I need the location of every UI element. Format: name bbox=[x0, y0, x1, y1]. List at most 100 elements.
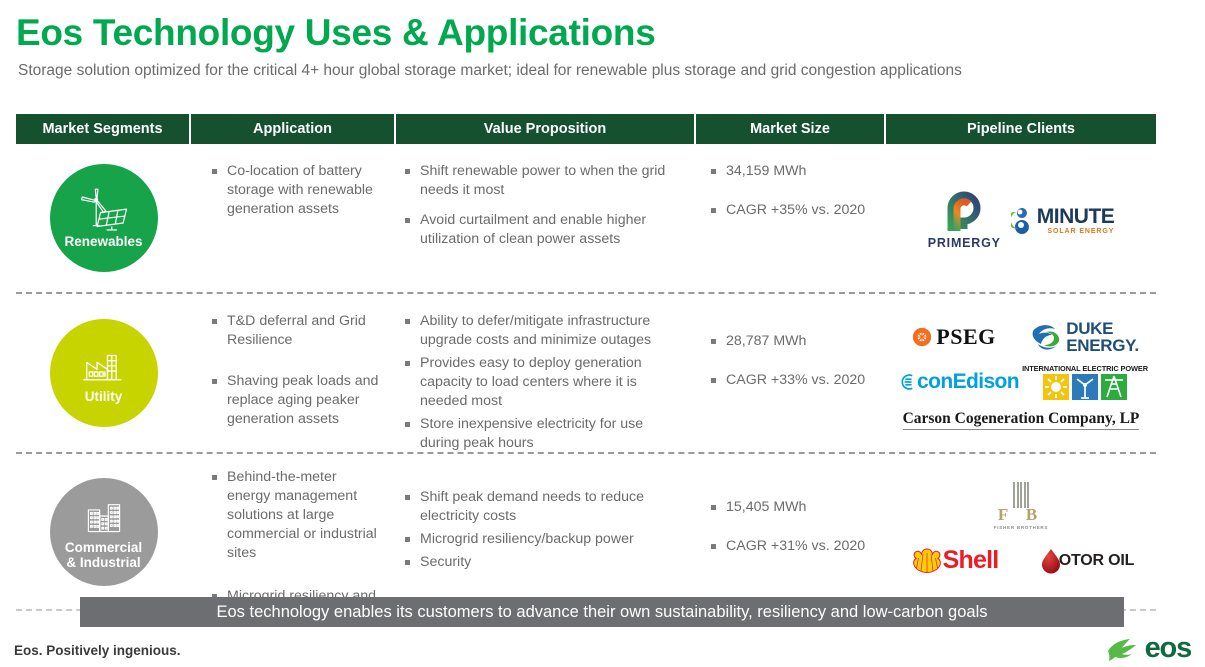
application-cell-commercial-industrial: Behind-the-meter energy management solut… bbox=[191, 454, 396, 623]
segment-badge-renewables: Renewables bbox=[49, 164, 158, 272]
list-item: Shaving peak loads and replace aging pea… bbox=[211, 372, 382, 429]
footer-banner: Eos technology enables its customers to … bbox=[80, 597, 1124, 627]
list-item: T&D deferral and Grid Resilience bbox=[211, 312, 382, 350]
primergy-mark-icon bbox=[947, 191, 981, 231]
client-name-shell: Shell bbox=[942, 546, 1000, 574]
client-wordmark: MINUTE bbox=[1036, 204, 1115, 228]
application-bullets: T&D deferral and Grid Resilience Shaving… bbox=[211, 312, 382, 429]
list-item: Shift renewable power to when the grid n… bbox=[404, 162, 682, 200]
iep-tiles bbox=[1043, 374, 1127, 401]
value-proposition-cell-commercial-industrial: Shift peak demand needs to reduce electr… bbox=[396, 454, 696, 609]
list-item: Avoid curtailment and enable higher util… bbox=[404, 211, 682, 249]
market-size-cell-utility: 28,787 MWh CAGR +33% vs. 2020 bbox=[696, 294, 886, 452]
conedison-mark-icon bbox=[901, 374, 913, 391]
list-item: CAGR +31% vs. 2020 bbox=[710, 537, 876, 556]
market-size-cell-commercial-industrial: 15,405 MWh CAGR +31% vs. 2020 bbox=[696, 454, 886, 609]
segment-cell-commercial-industrial: Commercial & Industrial bbox=[16, 454, 191, 609]
list-item: Provides easy to deploy generation capac… bbox=[404, 354, 682, 411]
value-proposition-cell-utility: Ability to defer/mitigate infrastructure… bbox=[396, 294, 696, 452]
column-header-pipeline-clients: Pipeline Clients bbox=[967, 121, 1075, 137]
application-cell-renewables: Co-location of battery storage with rene… bbox=[191, 144, 396, 292]
market-size-bullets: 15,405 MWh CAGR +31% vs. 2020 bbox=[710, 498, 876, 556]
eos-logo: eos bbox=[1106, 632, 1193, 664]
client-logo-pseg: PSEG bbox=[894, 324, 1014, 350]
client-name-motor-oil: OTOR OIL bbox=[1058, 551, 1135, 569]
segment-label: Renewables bbox=[64, 233, 143, 249]
list-item: 34,159 MWh bbox=[710, 162, 876, 181]
eos-leaf-icon bbox=[1107, 638, 1136, 661]
column-header-application: Application bbox=[191, 114, 396, 144]
page-title: Eos Technology Uses & Applications bbox=[16, 12, 656, 53]
client-wordmark-line2: ENERGY. bbox=[1066, 336, 1139, 355]
eight-minute-mark-icon bbox=[1010, 208, 1029, 234]
table-header-row: Market Segments Application Value Propos… bbox=[16, 114, 1156, 144]
client-logo-shell: Shell bbox=[896, 546, 1014, 575]
segment-label: Utility bbox=[84, 388, 123, 404]
table-row: Utility T&D deferral and Grid Resilience… bbox=[16, 294, 1156, 452]
client-logo-carson-cogeneration: Carson Cogeneration Company, LP bbox=[902, 410, 1140, 431]
client-name-duke-energy: DUKE ENERGY. bbox=[1066, 318, 1139, 355]
eos-wordmark: eos bbox=[1144, 632, 1193, 664]
client-name-pseg: PSEG bbox=[936, 324, 996, 349]
segment-label: Commercial bbox=[64, 539, 143, 555]
wind-turbine-solar-panel-icon bbox=[80, 188, 127, 231]
segment-cell-utility: Utility bbox=[16, 294, 191, 452]
application-bullets: Co-location of battery storage with rene… bbox=[211, 162, 382, 219]
footer-tagline: Eos. Positively ingenious. bbox=[14, 643, 181, 658]
market-size-bullets: 34,159 MWh CAGR +35% vs. 2020 bbox=[710, 162, 876, 220]
wind-tile-icon bbox=[1072, 374, 1098, 401]
list-item: CAGR +33% vs. 2020 bbox=[710, 371, 876, 390]
client-logo-grid: PRIMERGY MINUTE SOLAR ENERGY bbox=[892, 154, 1150, 286]
client-wordmark-line1: DUKE bbox=[1066, 318, 1114, 338]
applications-table: Market Segments Application Value Propos… bbox=[16, 114, 1156, 623]
page-subtitle: Storage solution optimized for the criti… bbox=[18, 62, 962, 79]
segment-badge-commercial-industrial: Commercial & Industrial bbox=[49, 477, 158, 586]
list-item: Microgrid resiliency/backup power bbox=[404, 530, 682, 549]
pipeline-clients-cell-commercial-industrial: F B FISHER BROTHERS Shell OTOR OIL bbox=[886, 454, 1156, 609]
client-name-iep: INTERNATIONAL ELECTRIC POWER bbox=[1022, 364, 1148, 374]
value-proposition-bullets: Shift renewable power to when the grid n… bbox=[404, 162, 682, 249]
client-name-8minute: MINUTE SOLAR ENERGY bbox=[1037, 206, 1115, 235]
city-buildings-icon bbox=[87, 503, 120, 532]
client-logo-primergy: PRIMERGY bbox=[928, 191, 1001, 250]
list-item: 28,787 MWh bbox=[710, 332, 876, 351]
client-subtext: SOLAR ENERGY bbox=[1047, 227, 1115, 235]
market-size-cell-renewables: 34,159 MWh CAGR +35% vs. 2020 bbox=[696, 144, 886, 292]
client-logo-conedison: conEdison bbox=[897, 369, 1020, 395]
list-item: 15,405 MWh bbox=[710, 498, 876, 517]
list-item: Behind-the-meter energy management solut… bbox=[211, 468, 382, 563]
client-wordmark-fisher: F B bbox=[997, 505, 1045, 524]
duke-energy-swoosh-icon bbox=[1032, 325, 1060, 350]
client-name-primergy: PRIMERGY bbox=[927, 235, 1001, 250]
client-logo-grid: PSEG DUKE ENERGY. conEdison INTERNATIONA… bbox=[892, 304, 1150, 446]
client-logo-motor-oil: OTOR OIL bbox=[1026, 547, 1146, 575]
segment-label-line2: & Industrial bbox=[66, 554, 141, 570]
client-subtext-fisher: FISHER BROTHERS bbox=[993, 525, 1049, 530]
list-item: Co-location of battery storage with rene… bbox=[211, 162, 382, 219]
pipeline-clients-cell-utility: PSEG DUKE ENERGY. conEdison INTERNATIONA… bbox=[886, 294, 1156, 452]
client-logo-8minute: MINUTE SOLAR ENERGY bbox=[1010, 206, 1115, 235]
pipeline-clients-cell-renewables: PRIMERGY MINUTE SOLAR ENERGY bbox=[886, 144, 1156, 292]
value-proposition-bullets: Shift peak demand needs to reduce electr… bbox=[404, 488, 682, 572]
column-header-value-proposition: Value Proposition bbox=[396, 114, 696, 144]
table-row: Commercial & Industrial Behind-the-meter… bbox=[16, 454, 1156, 623]
solar-tile-icon bbox=[1043, 374, 1069, 401]
list-item: Shift peak demand needs to reduce electr… bbox=[404, 488, 682, 526]
pseg-sunburst-icon bbox=[913, 327, 932, 347]
list-item: Store inexpensive electricity for use du… bbox=[404, 415, 682, 453]
shell-pecten-icon bbox=[912, 547, 941, 573]
column-header-market-segments: Market Segments bbox=[16, 114, 191, 144]
client-logo-fisher-brothers: F B FISHER BROTHERS bbox=[892, 482, 1150, 530]
list-item: Security bbox=[404, 553, 682, 572]
segment-cell-renewables: Renewables bbox=[16, 144, 191, 292]
factory-icon bbox=[82, 354, 121, 380]
value-proposition-cell-renewables: Shift renewable power to when the grid n… bbox=[396, 144, 696, 292]
list-item: CAGR +35% vs. 2020 bbox=[710, 201, 876, 220]
client-logo-international-electric-power: INTERNATIONAL ELECTRIC POWER bbox=[1022, 364, 1148, 401]
segment-badge-utility: Utility bbox=[49, 319, 158, 427]
client-logo-duke-energy: DUKE ENERGY. bbox=[1020, 318, 1148, 355]
transmission-tile-icon bbox=[1101, 374, 1127, 401]
table-row: Renewables Co-location of battery storag… bbox=[16, 144, 1156, 292]
client-name-conedison: conEdison bbox=[917, 370, 1020, 394]
list-item: Ability to defer/mitigate infrastructure… bbox=[404, 312, 682, 350]
